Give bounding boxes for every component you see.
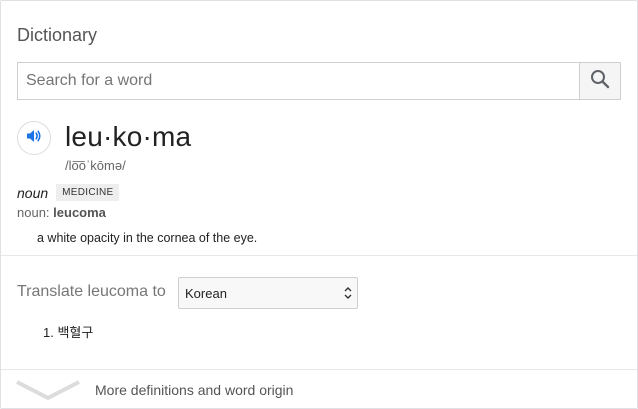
search-box — [17, 62, 621, 100]
variant-form: noun: leucoma — [17, 205, 106, 220]
dictionary-title: Dictionary — [17, 25, 98, 45]
part-of-speech: noun — [17, 184, 49, 201]
more-definitions-label: More definitions and word origin — [95, 382, 294, 398]
select-arrows-icon — [344, 286, 352, 303]
more-definitions-button[interactable]: More definitions and word origin — [1, 370, 637, 408]
search-icon — [590, 69, 610, 94]
search-button[interactable] — [579, 63, 620, 99]
headword: leu·ko·ma — [65, 121, 192, 152]
search-input[interactable] — [18, 63, 579, 99]
pronunciation: /lo͞oˈkōmə/ — [65, 158, 126, 173]
translate-label: Translate leucoma to — [17, 283, 166, 300]
translation-result: 1. 백혈구 — [43, 325, 94, 340]
chevron-down-icon — [15, 379, 81, 406]
variant-word: leucoma — [53, 205, 106, 220]
variant-prefix: noun: — [17, 205, 50, 220]
part-of-speech-line: noun MEDICINE — [17, 184, 120, 201]
pronunciation-audio-button[interactable] — [17, 121, 51, 155]
speaker-icon — [25, 127, 43, 150]
domain-badge: MEDICINE — [56, 184, 120, 201]
language-select-value: Korean — [185, 285, 227, 301]
section-divider — [1, 255, 637, 256]
language-select[interactable]: Korean — [178, 277, 358, 309]
definition-text: a white opacity in the cornea of the eye… — [37, 231, 258, 245]
dictionary-card: Dictionary leu·ko·ma /lo͞oˈkōmə/ noun ME… — [0, 0, 638, 409]
